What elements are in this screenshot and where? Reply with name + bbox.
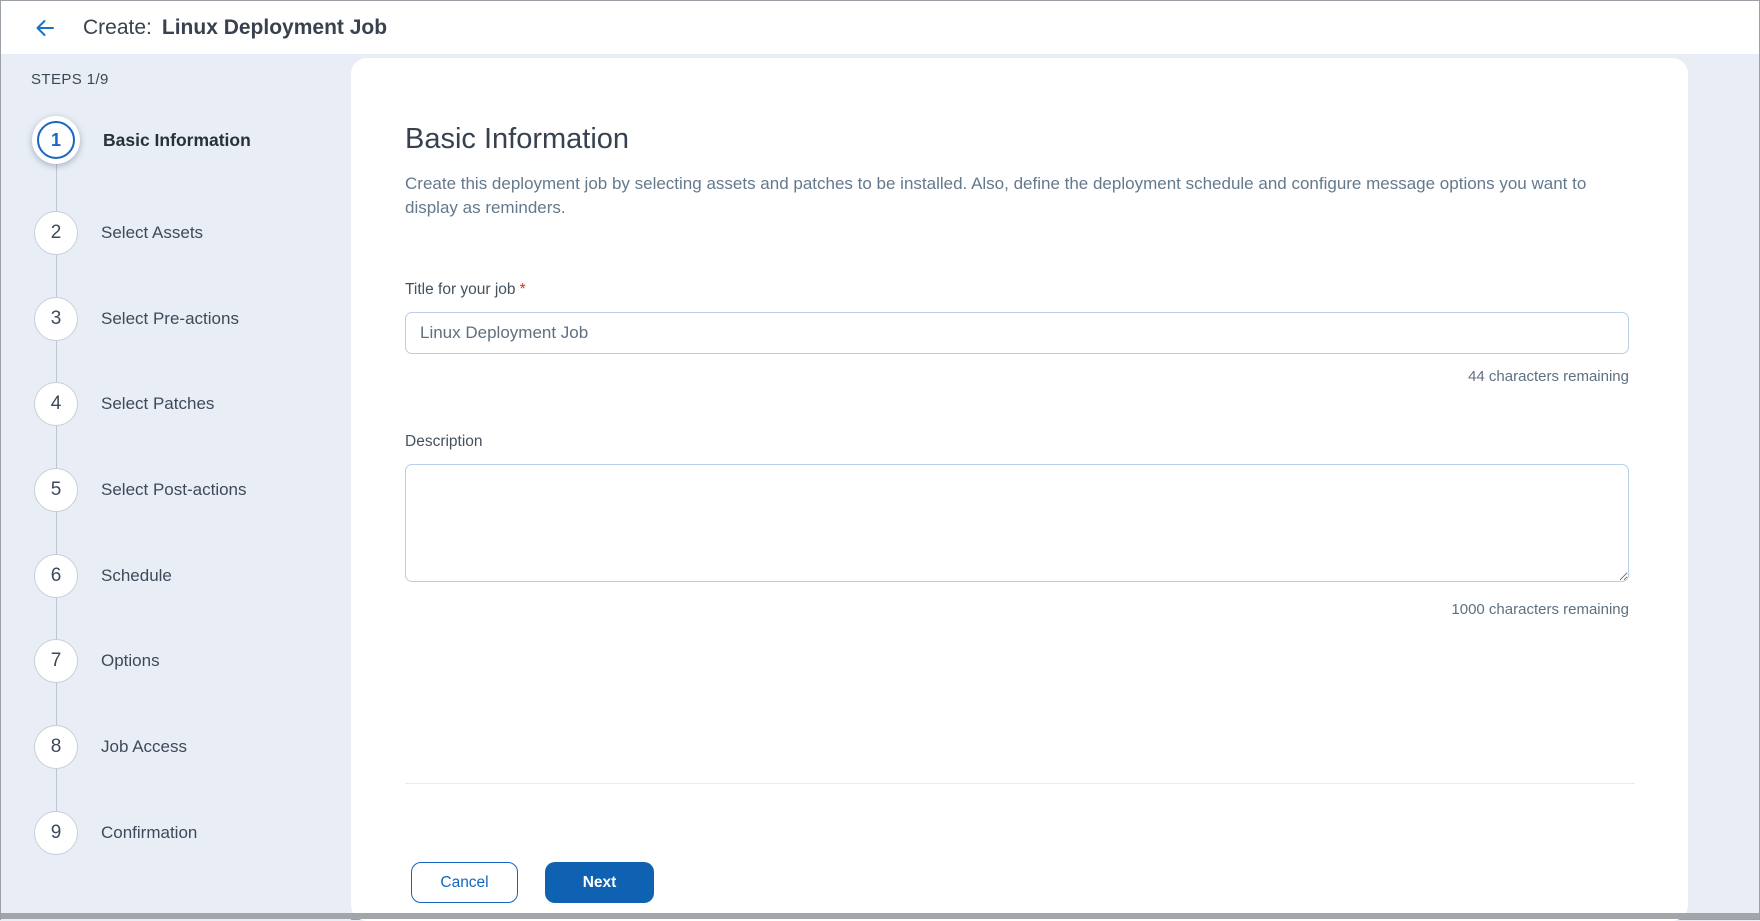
page-title: Create: Linux Deployment Job [83, 16, 387, 40]
step-label: Select Patches [101, 394, 214, 414]
basic-information-panel: Basic Information Create this deployment… [351, 58, 1688, 921]
next-button[interactable]: Next [545, 862, 654, 903]
step-label: Select Post-actions [101, 480, 247, 500]
step-item-schedule[interactable]: 6 Schedule [34, 554, 172, 598]
section-heading: Basic Information [405, 120, 1629, 158]
step-item-job-access[interactable]: 8 Job Access [34, 725, 187, 769]
description-characters-remaining: 1000 characters remaining [405, 600, 1629, 620]
wizard-stepper-sidebar: STEPS 1/9 1 Basic Information 2 Select A… [1, 54, 351, 921]
step-label: Select Pre-actions [101, 309, 239, 329]
step-item-options[interactable]: 7 Options [34, 639, 160, 683]
step-circle: 9 [34, 811, 78, 855]
step-item-select-pre-actions[interactable]: 3 Select Pre-actions [34, 297, 239, 341]
step-label: Options [101, 651, 160, 671]
step-item-select-patches[interactable]: 4 Select Patches [34, 382, 214, 426]
step-item-basic-information[interactable]: 1 Basic Information [32, 116, 251, 164]
step-label: Job Access [101, 737, 187, 757]
step-circle: 2 [34, 211, 78, 255]
step-item-select-assets[interactable]: 2 Select Assets [34, 211, 203, 255]
steps-progress-label: STEPS 1/9 [31, 71, 109, 88]
required-asterisk: * [520, 281, 526, 298]
cancel-button[interactable]: Cancel [411, 862, 518, 903]
step-circle: 1 [32, 116, 80, 164]
header: Create: Linux Deployment Job [1, 1, 1759, 54]
step-circle: 4 [34, 382, 78, 426]
step-circle: 8 [34, 725, 78, 769]
section-description: Create this deployment job by selecting … [405, 172, 1629, 220]
step-item-select-post-actions[interactable]: 5 Select Post-actions [34, 468, 247, 512]
title-characters-remaining: 44 characters remaining [405, 367, 1629, 387]
step-label: Select Assets [101, 223, 203, 243]
window-bottom-edge [1, 913, 1759, 919]
page-title-prefix: Create: [83, 16, 152, 39]
step-circle: 5 [34, 468, 78, 512]
step-label: Confirmation [101, 823, 197, 843]
step-label: Schedule [101, 566, 172, 586]
description-field-label: Description [405, 432, 1629, 452]
job-description-textarea[interactable] [405, 464, 1629, 582]
footer-divider [405, 783, 1635, 784]
footer-actions: Cancel Next [405, 862, 1629, 903]
step-circle: 6 [34, 554, 78, 598]
job-title-input[interactable] [405, 312, 1629, 354]
step-circle: 7 [34, 639, 78, 683]
step-circle: 3 [34, 297, 78, 341]
step-label: Basic Information [103, 130, 251, 151]
page-title-job-name: Linux Deployment Job [162, 16, 387, 39]
back-arrow-icon[interactable] [31, 14, 59, 42]
step-item-confirmation[interactable]: 9 Confirmation [34, 811, 197, 855]
title-field-label: Title for your job* [405, 280, 1629, 300]
